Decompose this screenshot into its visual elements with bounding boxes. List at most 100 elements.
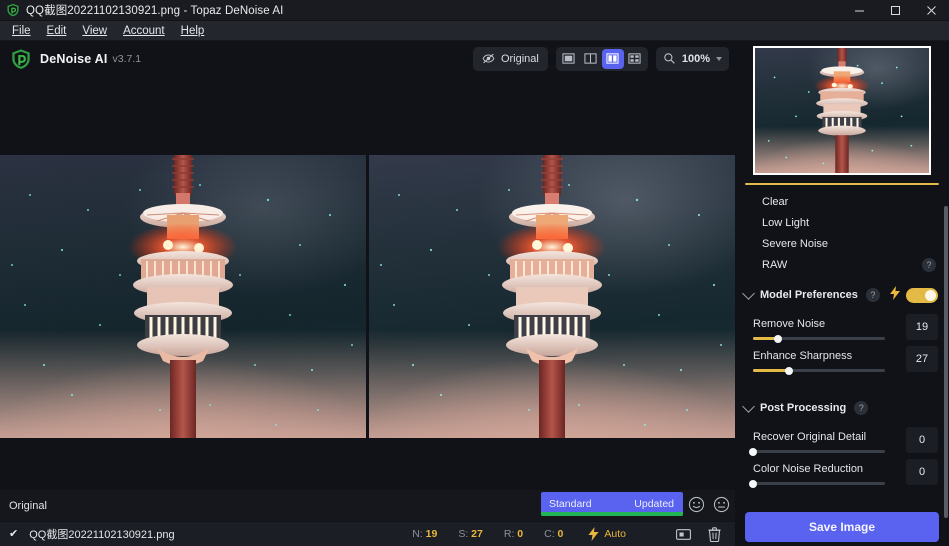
app-toolbar: DeNoise AI v3.7.1 Original 100% [0,41,735,76]
param-recover-key: R: [503,528,515,540]
trash-icon[interactable] [708,526,721,542]
slider-knob[interactable] [749,447,757,456]
save-image-button[interactable]: Save Image [745,512,939,542]
close-button[interactable] [913,0,949,21]
menu-help-label: Help [180,24,205,37]
close-icon [926,5,936,15]
model-preferences-help[interactable]: ? [865,288,880,302]
view-mode-side-by-side-button[interactable] [601,48,624,69]
settings-panel: Clear Low Light Severe Noise RAW ? Model… [735,41,949,546]
slider-knob[interactable] [784,366,793,375]
help-icon: ? [922,257,936,272]
menu-item-file[interactable]: File [4,22,39,40]
param-sharpen-value: 27 [471,528,483,540]
view-mode-grid-button[interactable] [624,49,646,69]
model-label: Severe Noise [762,237,829,250]
view-mode-single-button[interactable] [558,49,580,69]
file-status-bar: ✔ QQ截图20221102130921.png N: 19 S: 27 R: … [0,521,735,546]
image-canvas[interactable] [0,76,735,490]
eye-off-icon [482,53,495,64]
param-noise-key: N: [412,528,423,540]
chevron-down-icon[interactable] [716,56,722,61]
save-image-label: Save Image [808,520,876,534]
brand-name: DeNoise AI [40,51,108,66]
param-sharpen: S: 27 [458,528,483,540]
lightning-bolt-icon [588,527,599,541]
model-option-low-light[interactable]: Low Light [735,212,949,233]
toggle-knob [925,289,936,301]
status-badge[interactable]: Standard Updated [541,492,683,516]
settings-panel-scrollbar[interactable] [944,206,948,518]
denoised-image-pane[interactable] [369,155,735,438]
slider-fill [753,369,789,372]
original-toggle-button[interactable]: Original [472,46,548,71]
recover-original-detail-slider[interactable] [749,447,885,456]
toolbar-right-group: Original 100% [472,46,729,71]
current-filename[interactable]: QQ截图20221102130921.png [29,526,174,542]
remove-noise-slider[interactable] [753,334,885,343]
auto-mode-indicator[interactable]: Auto [588,527,626,541]
minimize-button[interactable] [841,0,877,21]
zoom-level-value: 100% [681,52,710,65]
model-preferences-title: Model Preferences [760,289,858,301]
view-mode-split-button[interactable] [580,49,602,69]
slider-knob[interactable] [774,334,783,343]
model-option-clear[interactable]: Clear [735,191,949,212]
status-badge-state: Updated [634,498,674,510]
checkmark-icon: ✔ [9,527,19,540]
color-noise-reduction-value-box[interactable]: 0 [906,459,938,485]
title-bar: QQ截图20221102130921.png - Topaz DeNoise A… [0,0,949,21]
four-pane-icon [628,53,641,64]
original-pane-label: Original [9,499,47,512]
brand-version: v3.7.1 [112,52,142,65]
topaz-shield-icon [7,3,19,17]
enhance-sharpness-value-box[interactable]: 27 [906,346,938,372]
param-color-value: 0 [557,528,564,540]
chevron-down-icon[interactable] [742,400,755,413]
model-help[interactable]: ? [922,257,936,272]
menu-file-label: File [12,24,31,37]
menu-item-help[interactable]: Help [173,22,213,40]
window-controls [841,0,949,21]
noise-grain-overlay-denoised [369,155,735,438]
color-noise-reduction-value: 0 [918,466,926,478]
maximize-button[interactable] [877,0,913,21]
menu-item-edit[interactable]: Edit [39,22,75,40]
slider-knob[interactable] [749,479,757,488]
recover-original-detail-value-box[interactable]: 0 [906,427,938,453]
enhance-sharpness-value: 27 [915,353,929,365]
denoise-ai-window: QQ截图20221102130921.png - Topaz DeNoise A… [0,0,949,546]
model-option-raw[interactable]: RAW ? [735,254,949,275]
original-button-label: Original [500,52,539,65]
model-option-severe-noise[interactable]: Severe Noise [735,233,949,254]
help-icon: ? [854,401,869,415]
noise-grain-overlay [0,155,366,438]
remove-noise-value-box[interactable]: 19 [906,314,938,340]
model-preferences-header[interactable]: Model Preferences ? [735,282,949,308]
param-sharpen-key: S: [458,528,469,540]
enhance-sharpness-slider[interactable] [753,366,885,375]
model-list: Clear Low Light Severe Noise RAW ? [735,191,949,275]
color-noise-reduction-control: Color Noise Reduction 0 [749,459,938,488]
model-preferences-toggle[interactable] [906,287,938,303]
feedback-buttons [688,496,730,513]
canvas-top-padding [0,76,735,155]
chevron-down-icon[interactable] [742,287,755,300]
neutral-face-icon[interactable] [713,496,730,513]
post-processing-header[interactable]: Post Processing ? [735,395,949,421]
preview-thumbnail[interactable] [753,46,931,175]
menu-item-view[interactable]: View [74,22,115,40]
smiley-face-icon[interactable] [688,496,705,513]
recover-original-detail-control: Recover Original Detail 0 [749,427,938,456]
compare-image-icon[interactable] [676,528,691,541]
magnifier-icon [664,53,675,64]
lightning-bolt-icon [890,285,900,300]
color-noise-reduction-slider[interactable] [749,479,885,488]
param-color-key: C: [544,528,555,540]
parameter-summary: N: 19 S: 27 R: 0 C: 0 Auto [412,526,735,542]
post-processing-help[interactable]: ? [854,401,869,415]
original-image-pane[interactable] [0,155,366,438]
menu-item-account[interactable]: Account [115,22,173,40]
view-mode-group [555,46,648,71]
zoom-control[interactable]: 100% [655,46,729,71]
